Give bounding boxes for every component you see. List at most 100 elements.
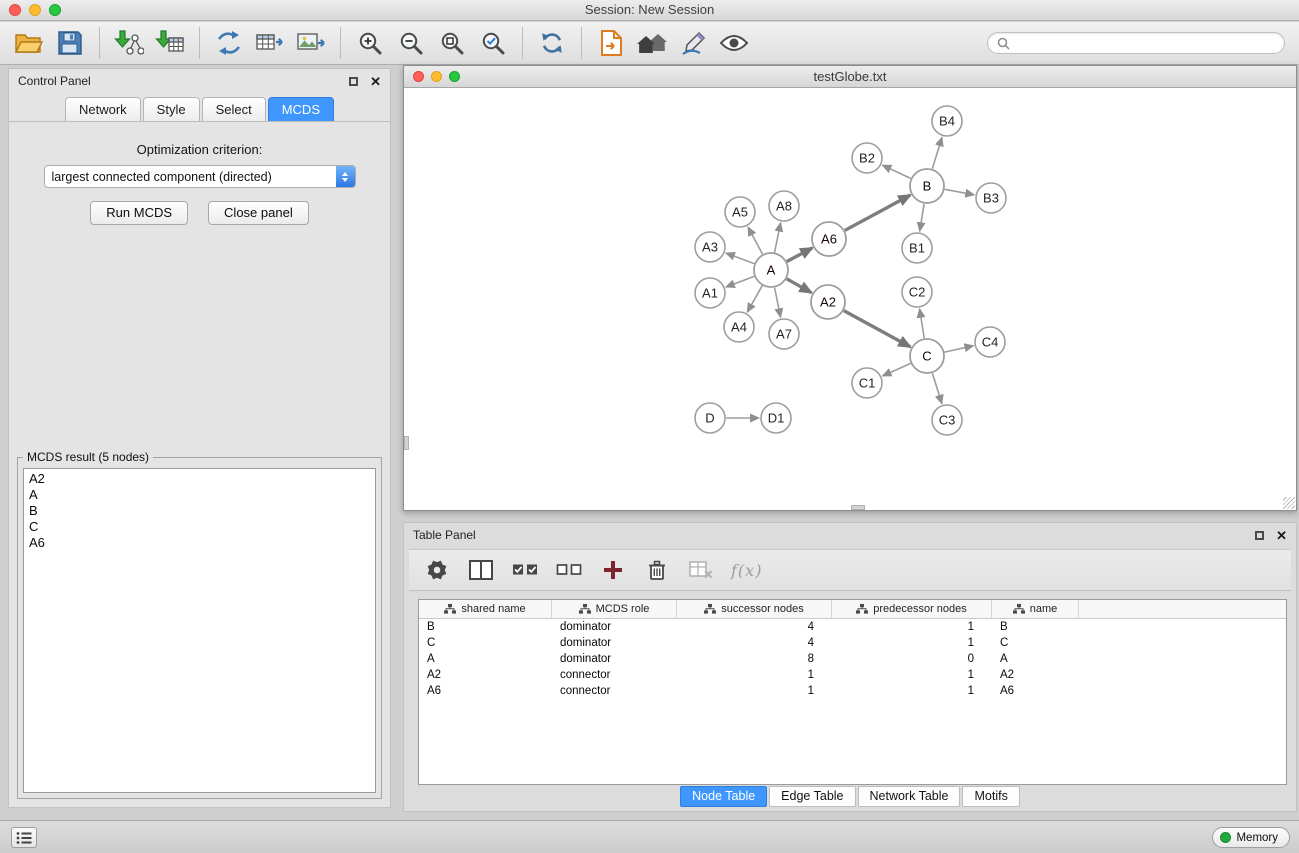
table-cell[interactable]: A [992, 653, 1079, 665]
node-C2[interactable]: C2 [902, 277, 932, 307]
edge-C-C3[interactable] [932, 373, 942, 404]
table-cell[interactable]: dominator [552, 621, 677, 633]
table-cell[interactable]: 1 [832, 669, 992, 681]
edge-C-C4[interactable] [945, 346, 974, 352]
tab-mcds[interactable]: MCDS [268, 97, 334, 121]
edge-B-B4[interactable] [932, 137, 942, 169]
search-input[interactable] [1015, 36, 1275, 50]
node-B[interactable]: B [910, 169, 944, 203]
mcds-result-item[interactable]: A6 [29, 535, 370, 551]
node-B3[interactable]: B3 [976, 183, 1006, 213]
table-cell[interactable]: 8 [677, 653, 832, 665]
zoom-in-button[interactable] [351, 25, 389, 61]
table-mode-button[interactable] [423, 556, 451, 584]
create-column-button[interactable] [599, 556, 627, 584]
node-A[interactable]: A [754, 253, 788, 287]
tab-network-table[interactable]: Network Table [858, 786, 961, 807]
edge-A-A6[interactable] [787, 248, 812, 262]
node-B1[interactable]: B1 [902, 233, 932, 263]
import-network-button[interactable] [110, 25, 148, 61]
mcds-result-list[interactable]: A2ABCA6 [23, 468, 376, 793]
open-document-button[interactable] [592, 25, 630, 61]
table-cell[interactable]: C [419, 637, 552, 649]
edge-A-A3[interactable] [726, 253, 754, 264]
float-table-panel-icon[interactable] [1255, 531, 1264, 540]
column-header-name[interactable]: name [992, 600, 1079, 618]
export-table-button[interactable] [251, 25, 289, 61]
node-C3[interactable]: C3 [932, 405, 962, 435]
mcds-result-item[interactable]: A [29, 487, 370, 503]
delete-columns-button[interactable] [643, 556, 671, 584]
table-cell[interactable]: 4 [677, 621, 832, 633]
node-B4[interactable]: B4 [932, 106, 962, 136]
edge-B-B2[interactable] [882, 165, 910, 178]
table-cell[interactable]: A6 [419, 685, 552, 697]
table-cell[interactable]: 1 [832, 685, 992, 697]
table-row[interactable]: A2connector11A2 [419, 667, 1286, 683]
canvas-scroll-nub-bottom[interactable] [851, 505, 865, 510]
node-A7[interactable]: A7 [769, 319, 799, 349]
close-panel-icon[interactable]: ✕ [370, 75, 381, 88]
table-row[interactable]: A6connector11A6 [419, 683, 1286, 699]
select-all-button[interactable] [511, 556, 539, 584]
table-cell[interactable]: connector [552, 685, 677, 697]
edge-A-A2[interactable] [787, 279, 812, 293]
table-cell[interactable]: connector [552, 669, 677, 681]
mcds-result-item[interactable]: C [29, 519, 370, 535]
show-panels-button[interactable] [11, 827, 37, 848]
show-columns-button[interactable] [467, 556, 495, 584]
zoom-fit-button[interactable] [433, 25, 471, 61]
table-row[interactable]: Cdominator41C [419, 635, 1286, 651]
node-A1[interactable]: A1 [695, 278, 725, 308]
tab-network[interactable]: Network [65, 97, 141, 121]
node-A5[interactable]: A5 [725, 197, 755, 227]
table-cell[interactable]: B [419, 621, 552, 633]
edge-C-C2[interactable] [920, 309, 925, 338]
table-cell[interactable]: A2 [992, 669, 1079, 681]
show-graphics-details-button[interactable] [715, 25, 753, 61]
edge-A-A8[interactable] [775, 223, 781, 253]
edge-A6-B[interactable] [845, 195, 910, 230]
column-header-mcds-role[interactable]: MCDS role [552, 600, 677, 618]
node-A8[interactable]: A8 [769, 191, 799, 221]
close-table-panel-icon[interactable]: ✕ [1276, 529, 1287, 542]
table-cell[interactable]: 1 [677, 685, 832, 697]
tab-edge-table[interactable]: Edge Table [769, 786, 855, 807]
table-cell[interactable]: B [992, 621, 1079, 633]
deselect-all-button[interactable] [555, 556, 583, 584]
table-cell[interactable]: A6 [992, 685, 1079, 697]
table-row[interactable]: Adominator80A [419, 651, 1286, 667]
edge-A-A5[interactable] [748, 227, 763, 254]
node-A4[interactable]: A4 [724, 312, 754, 342]
tab-style[interactable]: Style [143, 97, 200, 121]
table-cell[interactable]: 4 [677, 637, 832, 649]
edge-A-A1[interactable] [726, 276, 754, 287]
edge-B-B1[interactable] [920, 204, 924, 231]
zoom-out-button[interactable] [392, 25, 430, 61]
optimization-criterion-select[interactable]: largest connected component (directed) [44, 165, 356, 188]
node-A6[interactable]: A6 [812, 222, 846, 256]
search-field[interactable] [987, 32, 1285, 54]
node-C4[interactable]: C4 [975, 327, 1005, 357]
zoom-window-button[interactable] [49, 4, 61, 16]
table-row[interactable]: Bdominator41B [419, 619, 1286, 635]
table-cell[interactable]: dominator [552, 637, 677, 649]
style-pen-button[interactable] [674, 25, 712, 61]
canvas-scroll-nub-left[interactable] [404, 436, 409, 450]
delete-table-button[interactable] [687, 556, 715, 584]
column-header-predecessor-nodes[interactable]: predecessor nodes [832, 600, 992, 618]
home-button[interactable] [633, 25, 671, 61]
mcds-result-item[interactable]: B [29, 503, 370, 519]
float-panel-icon[interactable] [349, 77, 358, 86]
network-canvas[interactable]: B4B2BB3A5A8A6A3B1AC2A1A2A4A7C4CC1DD1C3 [404, 89, 1296, 510]
run-mcds-button[interactable]: Run MCDS [90, 201, 188, 225]
table-cell[interactable]: dominator [552, 653, 677, 665]
save-session-button[interactable] [51, 25, 89, 61]
zoom-network-window-button[interactable] [449, 71, 460, 82]
minimize-window-button[interactable] [29, 4, 41, 16]
node-B2[interactable]: B2 [852, 143, 882, 173]
tab-motifs[interactable]: Motifs [962, 786, 1019, 807]
memory-button[interactable]: Memory [1212, 827, 1290, 848]
node-A3[interactable]: A3 [695, 232, 725, 262]
open-session-button[interactable] [10, 25, 48, 61]
